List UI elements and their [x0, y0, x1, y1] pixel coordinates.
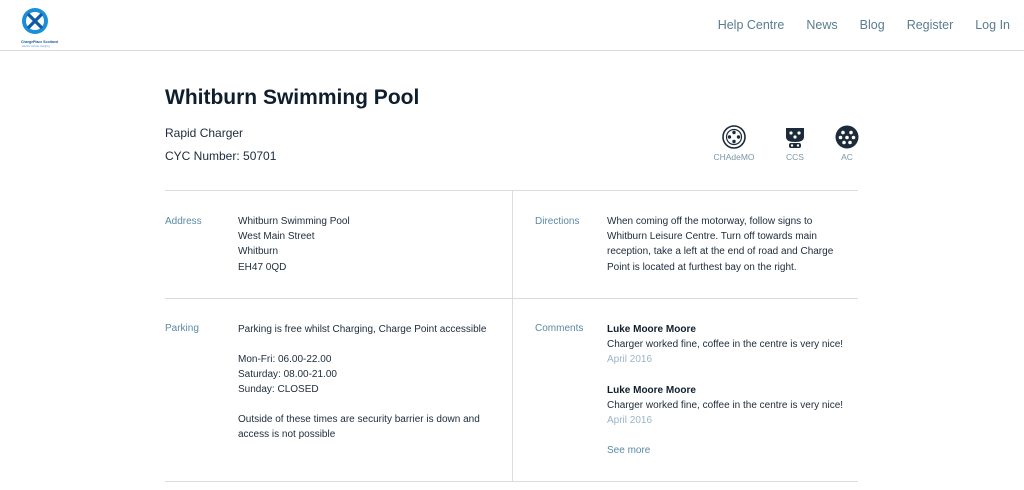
chademo-connector-icon	[722, 125, 746, 149]
comment-date: April 2016	[607, 354, 653, 366]
connector-label: AC	[841, 152, 853, 162]
nav-help-centre[interactable]: Help Centre	[718, 18, 785, 32]
parking-note: access is not possible	[238, 429, 336, 441]
chargeplace-logo-icon	[22, 8, 48, 34]
ccs-connector-icon	[786, 128, 804, 148]
comment-date: April 2016	[607, 415, 653, 427]
connector-label: CHAdeMO	[713, 152, 755, 162]
address-line: West Main Street	[238, 231, 315, 243]
nav-news[interactable]: News	[806, 18, 837, 32]
address-line: Whitburn	[238, 246, 279, 258]
comment-text: Charger worked fine, coffee in the centr…	[607, 339, 844, 351]
address-line: EH47 0QD	[238, 261, 287, 273]
nav-log-in[interactable]: Log In	[975, 18, 1010, 32]
ac-connector-icon	[835, 125, 859, 149]
parking-hours: Sunday: CLOSED	[238, 384, 319, 396]
charger-type: Rapid Charger	[165, 126, 244, 140]
divider	[165, 481, 858, 482]
directions-line: When coming off the motorway, follow sig…	[607, 216, 813, 227]
see-more-link[interactable]: See more	[607, 445, 650, 456]
parking-hours: Saturday: 08.00-21.00	[238, 368, 337, 380]
connector-label: CCS	[786, 152, 804, 162]
directions-line: reception, take a left at the end of roa…	[607, 246, 834, 258]
connector-ccs: CCS	[770, 125, 820, 162]
connector-ac: AC	[822, 125, 872, 162]
logo-wordmark: ChargePlace Scotland	[21, 40, 58, 44]
address-label: Address	[165, 216, 202, 227]
comment-author: Luke Moore Moore	[607, 324, 696, 335]
comment-author: Luke Moore Moore	[607, 385, 696, 396]
directions-value: When coming off the motorway, follow sig…	[607, 214, 833, 275]
address-line: Whitburn Swimming Pool	[238, 216, 350, 227]
column-divider	[512, 190, 513, 481]
comments-label: Comments	[535, 323, 584, 334]
nav-register[interactable]: Register	[907, 18, 954, 32]
directions-line: Whitburn Leisure Centre. Turn off toward…	[607, 231, 817, 243]
directions-line: Point is located at furthest bay on the …	[607, 261, 797, 273]
comment-item: Luke Moore Moore Charger worked fine, co…	[607, 322, 843, 368]
parking-hours: Mon-Fri: 06.00-22.00	[238, 353, 332, 365]
address-value: Whitburn Swimming Pool West Main Street …	[238, 214, 350, 275]
main-nav: Help Centre News Blog Register Log In	[696, 18, 1010, 32]
comment-item: Luke Moore Moore Charger worked fine, co…	[607, 383, 843, 429]
directions-label: Directions	[535, 216, 580, 227]
site-logo[interactable]: ChargePlace Scotland electric vehicle ch…	[12, 6, 58, 48]
comment-text: Charger worked fine, coffee in the centr…	[607, 400, 844, 412]
logo-tagline: electric vehicle charging	[22, 45, 50, 48]
nav-blog[interactable]: Blog	[860, 18, 885, 32]
site-header: ChargePlace Scotland electric vehicle ch…	[0, 0, 1024, 51]
parking-label: Parking	[165, 323, 199, 334]
parking-note: Outside of these times are security barr…	[238, 413, 480, 425]
cyc-number: CYC Number: 50701	[165, 149, 277, 163]
parking-intro: Parking is free whilst Charging, Charge …	[238, 324, 487, 335]
connector-chademo: CHAdeMO	[709, 125, 759, 162]
parking-value: Parking is free whilst Charging, Charge …	[238, 322, 486, 442]
page-title: Whitburn Swimming Pool	[165, 86, 420, 109]
